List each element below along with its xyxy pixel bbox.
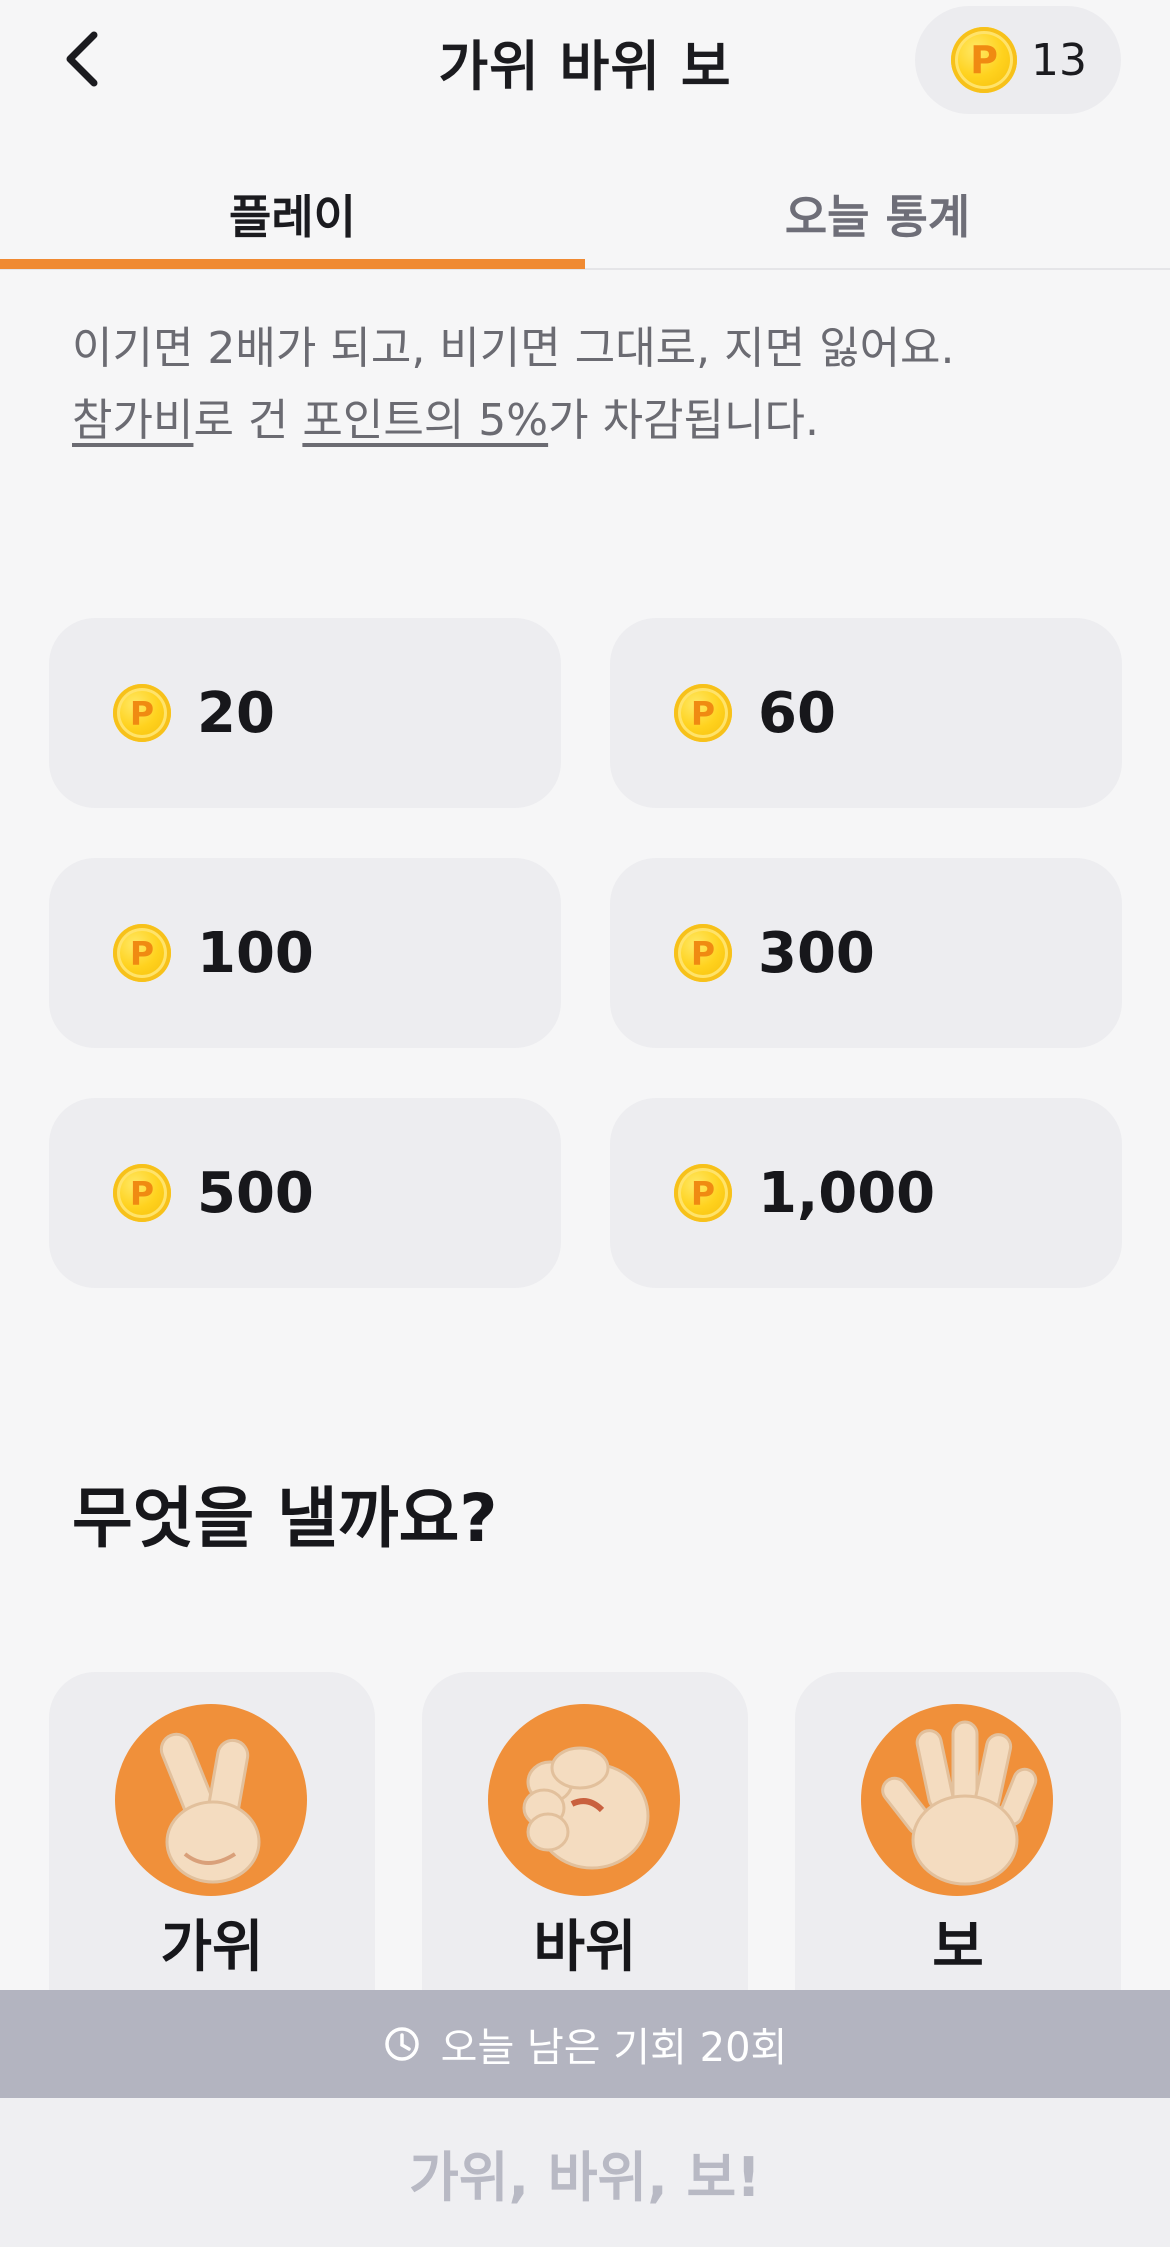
fee-percent-link[interactable]: 포인트의 5% — [302, 395, 548, 446]
bet-option-500[interactable]: P 500 — [49, 1098, 561, 1288]
choice-rock[interactable]: 바위 — [422, 1672, 748, 1992]
remaining-chances-banner: 오늘 남은 기회 20회 — [0, 1990, 1170, 2098]
point-coin-icon: P — [674, 1164, 732, 1222]
point-coin-icon: P — [113, 924, 171, 982]
clock-icon — [384, 2027, 419, 2061]
remaining-chances-text: 오늘 남은 기회 20회 — [440, 2025, 788, 2071]
choice-label: 가위 — [160, 1915, 264, 1980]
rules-line-2: 참가비로 건 포인트의 5%가 차감됩니다. — [72, 395, 819, 446]
points-value: 13 — [1031, 34, 1087, 86]
active-tab-indicator — [0, 259, 585, 269]
top-bar: 가위 바위 보 P 13 — [0, 0, 1170, 120]
paper-hand-icon — [861, 1704, 1053, 1896]
point-coin-icon: P — [951, 27, 1017, 93]
scissors-hand-icon — [115, 1704, 307, 1896]
bet-option-20[interactable]: P 20 — [49, 618, 561, 808]
entry-fee-link[interactable]: 참가비 — [72, 395, 193, 446]
choice-question: 무엇을 낼까요? — [72, 1480, 498, 1557]
rock-fist-icon — [488, 1704, 680, 1896]
rules-description: 이기면 2배가 되고, 비기면 그대로, 지면 잃어요. 참가비로 건 포인트의… — [72, 313, 1112, 457]
point-coin-icon: P — [674, 924, 732, 982]
play-button[interactable]: 가위, 바위, 보! — [369, 2123, 801, 2222]
bet-option-60[interactable]: P 60 — [610, 618, 1122, 808]
tab-play[interactable]: 플레이 — [0, 160, 585, 268]
choice-label: 보 — [932, 1915, 984, 1980]
bet-option-100[interactable]: P 100 — [49, 858, 561, 1048]
rules-line-1: 이기면 2배가 되고, 비기면 그대로, 지면 잃어요. — [72, 323, 955, 374]
bet-option-300[interactable]: P 300 — [610, 858, 1122, 1048]
bottom-action-bar: 가위, 바위, 보! — [0, 2098, 1170, 2247]
choice-paper[interactable]: 보 — [795, 1672, 1121, 1992]
point-coin-icon: P — [674, 684, 732, 742]
choice-scissors[interactable]: 가위 — [49, 1672, 375, 1992]
choice-label: 바위 — [533, 1915, 637, 1980]
point-coin-icon: P — [113, 684, 171, 742]
point-coin-icon: P — [113, 1164, 171, 1222]
tab-bar: 플레이 오늘 통계 — [0, 160, 1170, 270]
bet-option-1000[interactable]: P 1,000 — [610, 1098, 1122, 1288]
tab-today-stats[interactable]: 오늘 통계 — [585, 160, 1170, 268]
points-balance[interactable]: P 13 — [915, 6, 1121, 114]
